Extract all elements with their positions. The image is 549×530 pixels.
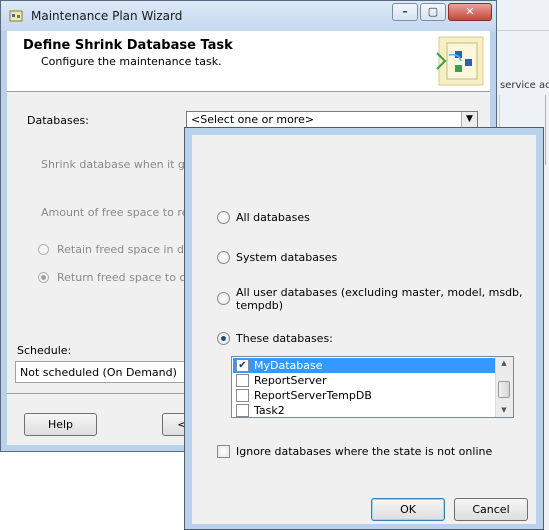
ignore-offline-label: Ignore databases where the state is not … xyxy=(236,445,493,458)
user-databases-label: All user databases (excluding master, mo… xyxy=(236,286,523,299)
database-list-item[interactable]: ReportServerTempDB xyxy=(233,388,496,403)
user-databases-label-cont: tempdb) xyxy=(236,299,284,312)
databases-dropdown[interactable]: <Select one or more> ▼ xyxy=(186,111,478,128)
page-title: Define Shrink Database Task xyxy=(23,38,233,53)
list-scrollbar[interactable]: ▲ ▼ xyxy=(495,357,513,417)
all-databases-radio[interactable] xyxy=(217,211,230,224)
databases-dropdown-value: <Select one or more> xyxy=(191,113,315,126)
title-bar: Maintenance Plan Wizard – ▢ ✕ xyxy=(1,1,496,31)
dialog-body: All databases System databases All user … xyxy=(192,135,536,524)
database-name: ReportServerTempDB xyxy=(254,389,372,402)
scroll-thumb[interactable] xyxy=(498,381,510,398)
database-list-item[interactable]: ReportServer xyxy=(233,373,496,388)
database-checkbox[interactable] xyxy=(236,389,249,402)
close-button[interactable]: ✕ xyxy=(448,3,492,21)
database-checkbox[interactable]: ✔ xyxy=(236,359,249,372)
close-icon: ✕ xyxy=(465,5,475,18)
system-databases-label: System databases xyxy=(236,251,338,264)
wizard-app-icon xyxy=(9,10,23,22)
wizard-header-icon xyxy=(436,36,484,86)
these-databases-label: These databases: xyxy=(236,332,333,345)
return-freed-space-label: Return freed space to oper xyxy=(57,271,205,284)
help-button[interactable]: Help xyxy=(24,413,97,436)
database-name: ReportServer xyxy=(254,374,327,387)
database-list[interactable]: ✔ MyDatabase ReportServer ReportServerTe… xyxy=(231,356,514,418)
database-checkbox[interactable] xyxy=(236,374,249,387)
window-title: Maintenance Plan Wizard xyxy=(31,9,183,23)
retain-freed-space-radio[interactable] xyxy=(38,244,49,255)
minimize-icon: – xyxy=(402,5,408,18)
system-databases-radio[interactable] xyxy=(217,251,230,264)
these-databases-radio[interactable] xyxy=(217,332,230,345)
database-list-item[interactable]: Task2 xyxy=(233,403,496,417)
select-databases-dialog: All databases System databases All user … xyxy=(184,127,544,530)
user-databases-radio[interactable] xyxy=(217,292,230,305)
page-subtitle: Configure the maintenance task. xyxy=(41,55,222,68)
database-list-item[interactable]: ✔ MyDatabase xyxy=(233,358,496,373)
cancel-button[interactable]: Cancel xyxy=(454,498,528,521)
wizard-header: Define Shrink Database Task Configure th… xyxy=(7,31,490,92)
divider xyxy=(497,30,549,31)
background-text: service acc xyxy=(500,80,549,91)
scroll-up-icon[interactable]: ▲ xyxy=(496,357,512,369)
schedule-value: Not scheduled (On Demand) xyxy=(20,366,177,379)
minimize-button[interactable]: – xyxy=(392,3,418,21)
database-checkbox[interactable] xyxy=(236,404,249,417)
all-databases-label: All databases xyxy=(236,211,310,224)
ok-button[interactable]: OK xyxy=(371,498,445,521)
databases-label: Databases: xyxy=(27,114,89,127)
schedule-field: Not scheduled (On Demand) xyxy=(15,361,191,383)
maximize-button[interactable]: ▢ xyxy=(420,3,446,21)
database-name: MyDatabase xyxy=(254,359,323,372)
database-name: Task2 xyxy=(254,404,285,417)
scroll-down-icon[interactable]: ▼ xyxy=(496,404,512,416)
dropdown-arrow-icon[interactable]: ▼ xyxy=(461,112,477,127)
schedule-label: Schedule: xyxy=(17,344,72,357)
maximize-icon: ▢ xyxy=(427,5,439,18)
divider xyxy=(545,95,546,165)
ignore-offline-checkbox[interactable] xyxy=(217,445,230,458)
return-freed-space-radio[interactable] xyxy=(38,272,49,283)
